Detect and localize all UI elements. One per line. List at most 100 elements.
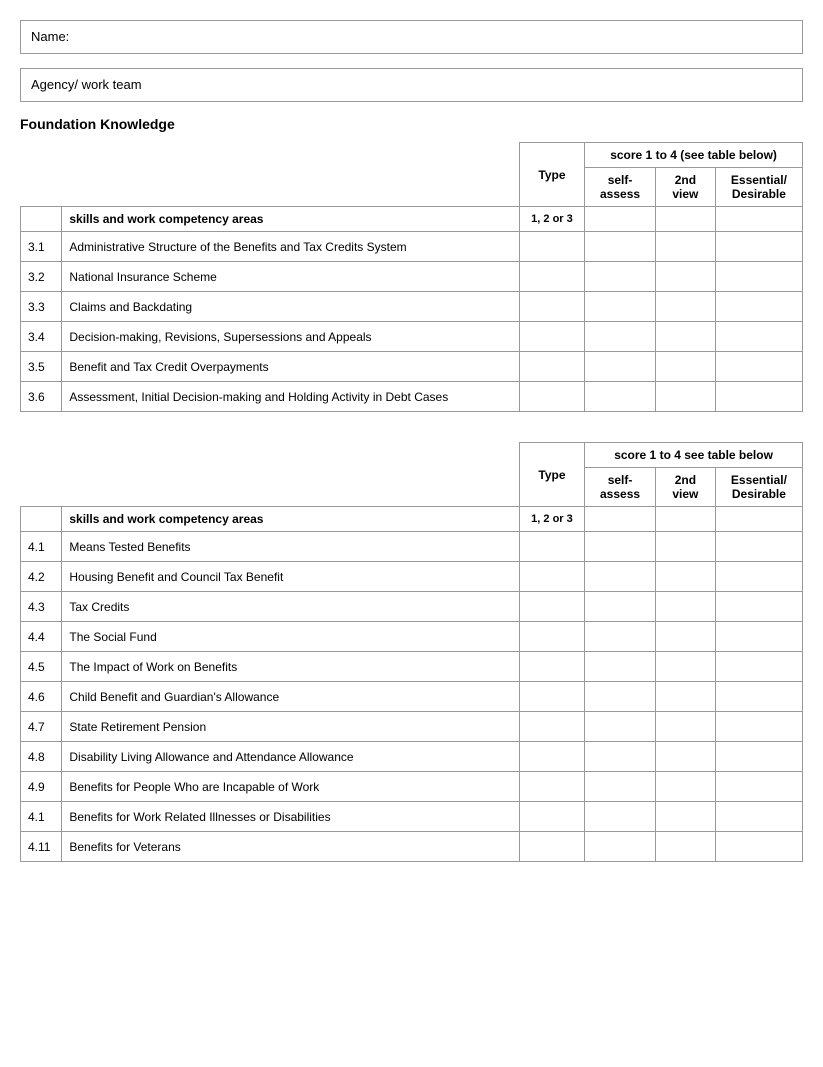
row-essential[interactable] [715, 652, 802, 682]
row-2nd[interactable] [655, 622, 715, 652]
row-self[interactable] [585, 712, 656, 742]
row-self[interactable] [585, 772, 656, 802]
row-essential[interactable] [715, 292, 802, 322]
row-essential[interactable] [715, 622, 802, 652]
row-essential[interactable] [715, 772, 802, 802]
row-type[interactable] [519, 802, 584, 832]
section2-skills-header-row: skills and work competency areas 1, 2 or… [21, 507, 803, 532]
row-2nd[interactable] [655, 292, 715, 322]
row-type[interactable] [519, 532, 584, 562]
row-type[interactable] [519, 232, 584, 262]
section1-type-header: Type [519, 143, 584, 207]
agency-field[interactable]: Agency/ work team [20, 68, 803, 102]
row-self[interactable] [585, 382, 656, 412]
row-2nd[interactable] [655, 772, 715, 802]
row-skill: State Retirement Pension [62, 712, 519, 742]
row-skill: Child Benefit and Guardian's Allowance [62, 682, 519, 712]
row-num: 4.8 [21, 742, 62, 772]
row-type[interactable] [519, 322, 584, 352]
row-self[interactable] [585, 292, 656, 322]
table-row: 3.3 Claims and Backdating [21, 292, 803, 322]
section2-table: Type score 1 to 4 see table below self-a… [20, 442, 803, 862]
row-self[interactable] [585, 532, 656, 562]
row-2nd[interactable] [655, 562, 715, 592]
row-self[interactable] [585, 622, 656, 652]
row-2nd[interactable] [655, 652, 715, 682]
row-type[interactable] [519, 592, 584, 622]
row-essential[interactable] [715, 802, 802, 832]
row-self[interactable] [585, 232, 656, 262]
row-2nd[interactable] [655, 592, 715, 622]
row-essential[interactable] [715, 382, 802, 412]
row-2nd[interactable] [655, 232, 715, 262]
table-row: 4.5 The Impact of Work on Benefits [21, 652, 803, 682]
row-type[interactable] [519, 262, 584, 292]
row-2nd[interactable] [655, 262, 715, 292]
table-row: 3.4 Decision-making, Revisions, Superses… [21, 322, 803, 352]
row-2nd[interactable] [655, 382, 715, 412]
row-2nd[interactable] [655, 532, 715, 562]
row-essential[interactable] [715, 262, 802, 292]
row-num: 3.5 [21, 352, 62, 382]
row-self[interactable] [585, 742, 656, 772]
table-row: 4.6 Child Benefit and Guardian's Allowan… [21, 682, 803, 712]
row-self[interactable] [585, 682, 656, 712]
row-self[interactable] [585, 352, 656, 382]
row-2nd[interactable] [655, 712, 715, 742]
row-num: 4.4 [21, 622, 62, 652]
row-2nd[interactable] [655, 322, 715, 352]
section2-block: Type score 1 to 4 see table below self-a… [20, 442, 803, 862]
row-type[interactable] [519, 622, 584, 652]
row-type[interactable] [519, 562, 584, 592]
row-essential[interactable] [715, 712, 802, 742]
row-essential[interactable] [715, 322, 802, 352]
row-self[interactable] [585, 322, 656, 352]
row-self[interactable] [585, 832, 656, 862]
row-type[interactable] [519, 712, 584, 742]
row-self[interactable] [585, 262, 656, 292]
table-row: 3.2 National Insurance Scheme [21, 262, 803, 292]
row-essential[interactable] [715, 232, 802, 262]
row-2nd[interactable] [655, 802, 715, 832]
table-row: 4.7 State Retirement Pension [21, 712, 803, 742]
section1-2nd-header: 2nd view [655, 168, 715, 207]
row-self[interactable] [585, 802, 656, 832]
row-type[interactable] [519, 652, 584, 682]
row-skill: The Impact of Work on Benefits [62, 652, 519, 682]
row-type[interactable] [519, 832, 584, 862]
row-essential[interactable] [715, 682, 802, 712]
row-self[interactable] [585, 652, 656, 682]
row-essential[interactable] [715, 592, 802, 622]
row-type[interactable] [519, 772, 584, 802]
row-2nd[interactable] [655, 682, 715, 712]
row-type[interactable] [519, 292, 584, 322]
row-skill: Housing Benefit and Council Tax Benefit [62, 562, 519, 592]
row-essential[interactable] [715, 562, 802, 592]
table-row: 3.6 Assessment, Initial Decision-making … [21, 382, 803, 412]
table-row: 4.9 Benefits for People Who are Incapabl… [21, 772, 803, 802]
row-type[interactable] [519, 352, 584, 382]
row-self[interactable] [585, 562, 656, 592]
row-2nd[interactable] [655, 742, 715, 772]
row-type[interactable] [519, 742, 584, 772]
row-self[interactable] [585, 592, 656, 622]
section1-skills-header-row: skills and work competency areas 1, 2 or… [21, 207, 803, 232]
row-essential[interactable] [715, 532, 802, 562]
section1-essential-header: Essential/ Desirable [715, 168, 802, 207]
row-2nd[interactable] [655, 352, 715, 382]
row-skill: Disability Living Allowance and Attendan… [62, 742, 519, 772]
table-row: 4.2 Housing Benefit and Council Tax Bene… [21, 562, 803, 592]
row-num: 4.1 [21, 532, 62, 562]
row-type[interactable] [519, 682, 584, 712]
row-essential[interactable] [715, 832, 802, 862]
row-skill: Benefits for Veterans [62, 832, 519, 862]
row-num: 3.3 [21, 292, 62, 322]
row-essential[interactable] [715, 352, 802, 382]
row-type[interactable] [519, 382, 584, 412]
section1-block: Foundation Knowledge Type score 1 to 4 (… [20, 116, 803, 412]
name-field[interactable]: Name: [20, 20, 803, 54]
section1-title: Foundation Knowledge [20, 116, 803, 132]
section1-score-header: score 1 to 4 (see table below) [585, 143, 803, 168]
row-2nd[interactable] [655, 832, 715, 862]
row-essential[interactable] [715, 742, 802, 772]
